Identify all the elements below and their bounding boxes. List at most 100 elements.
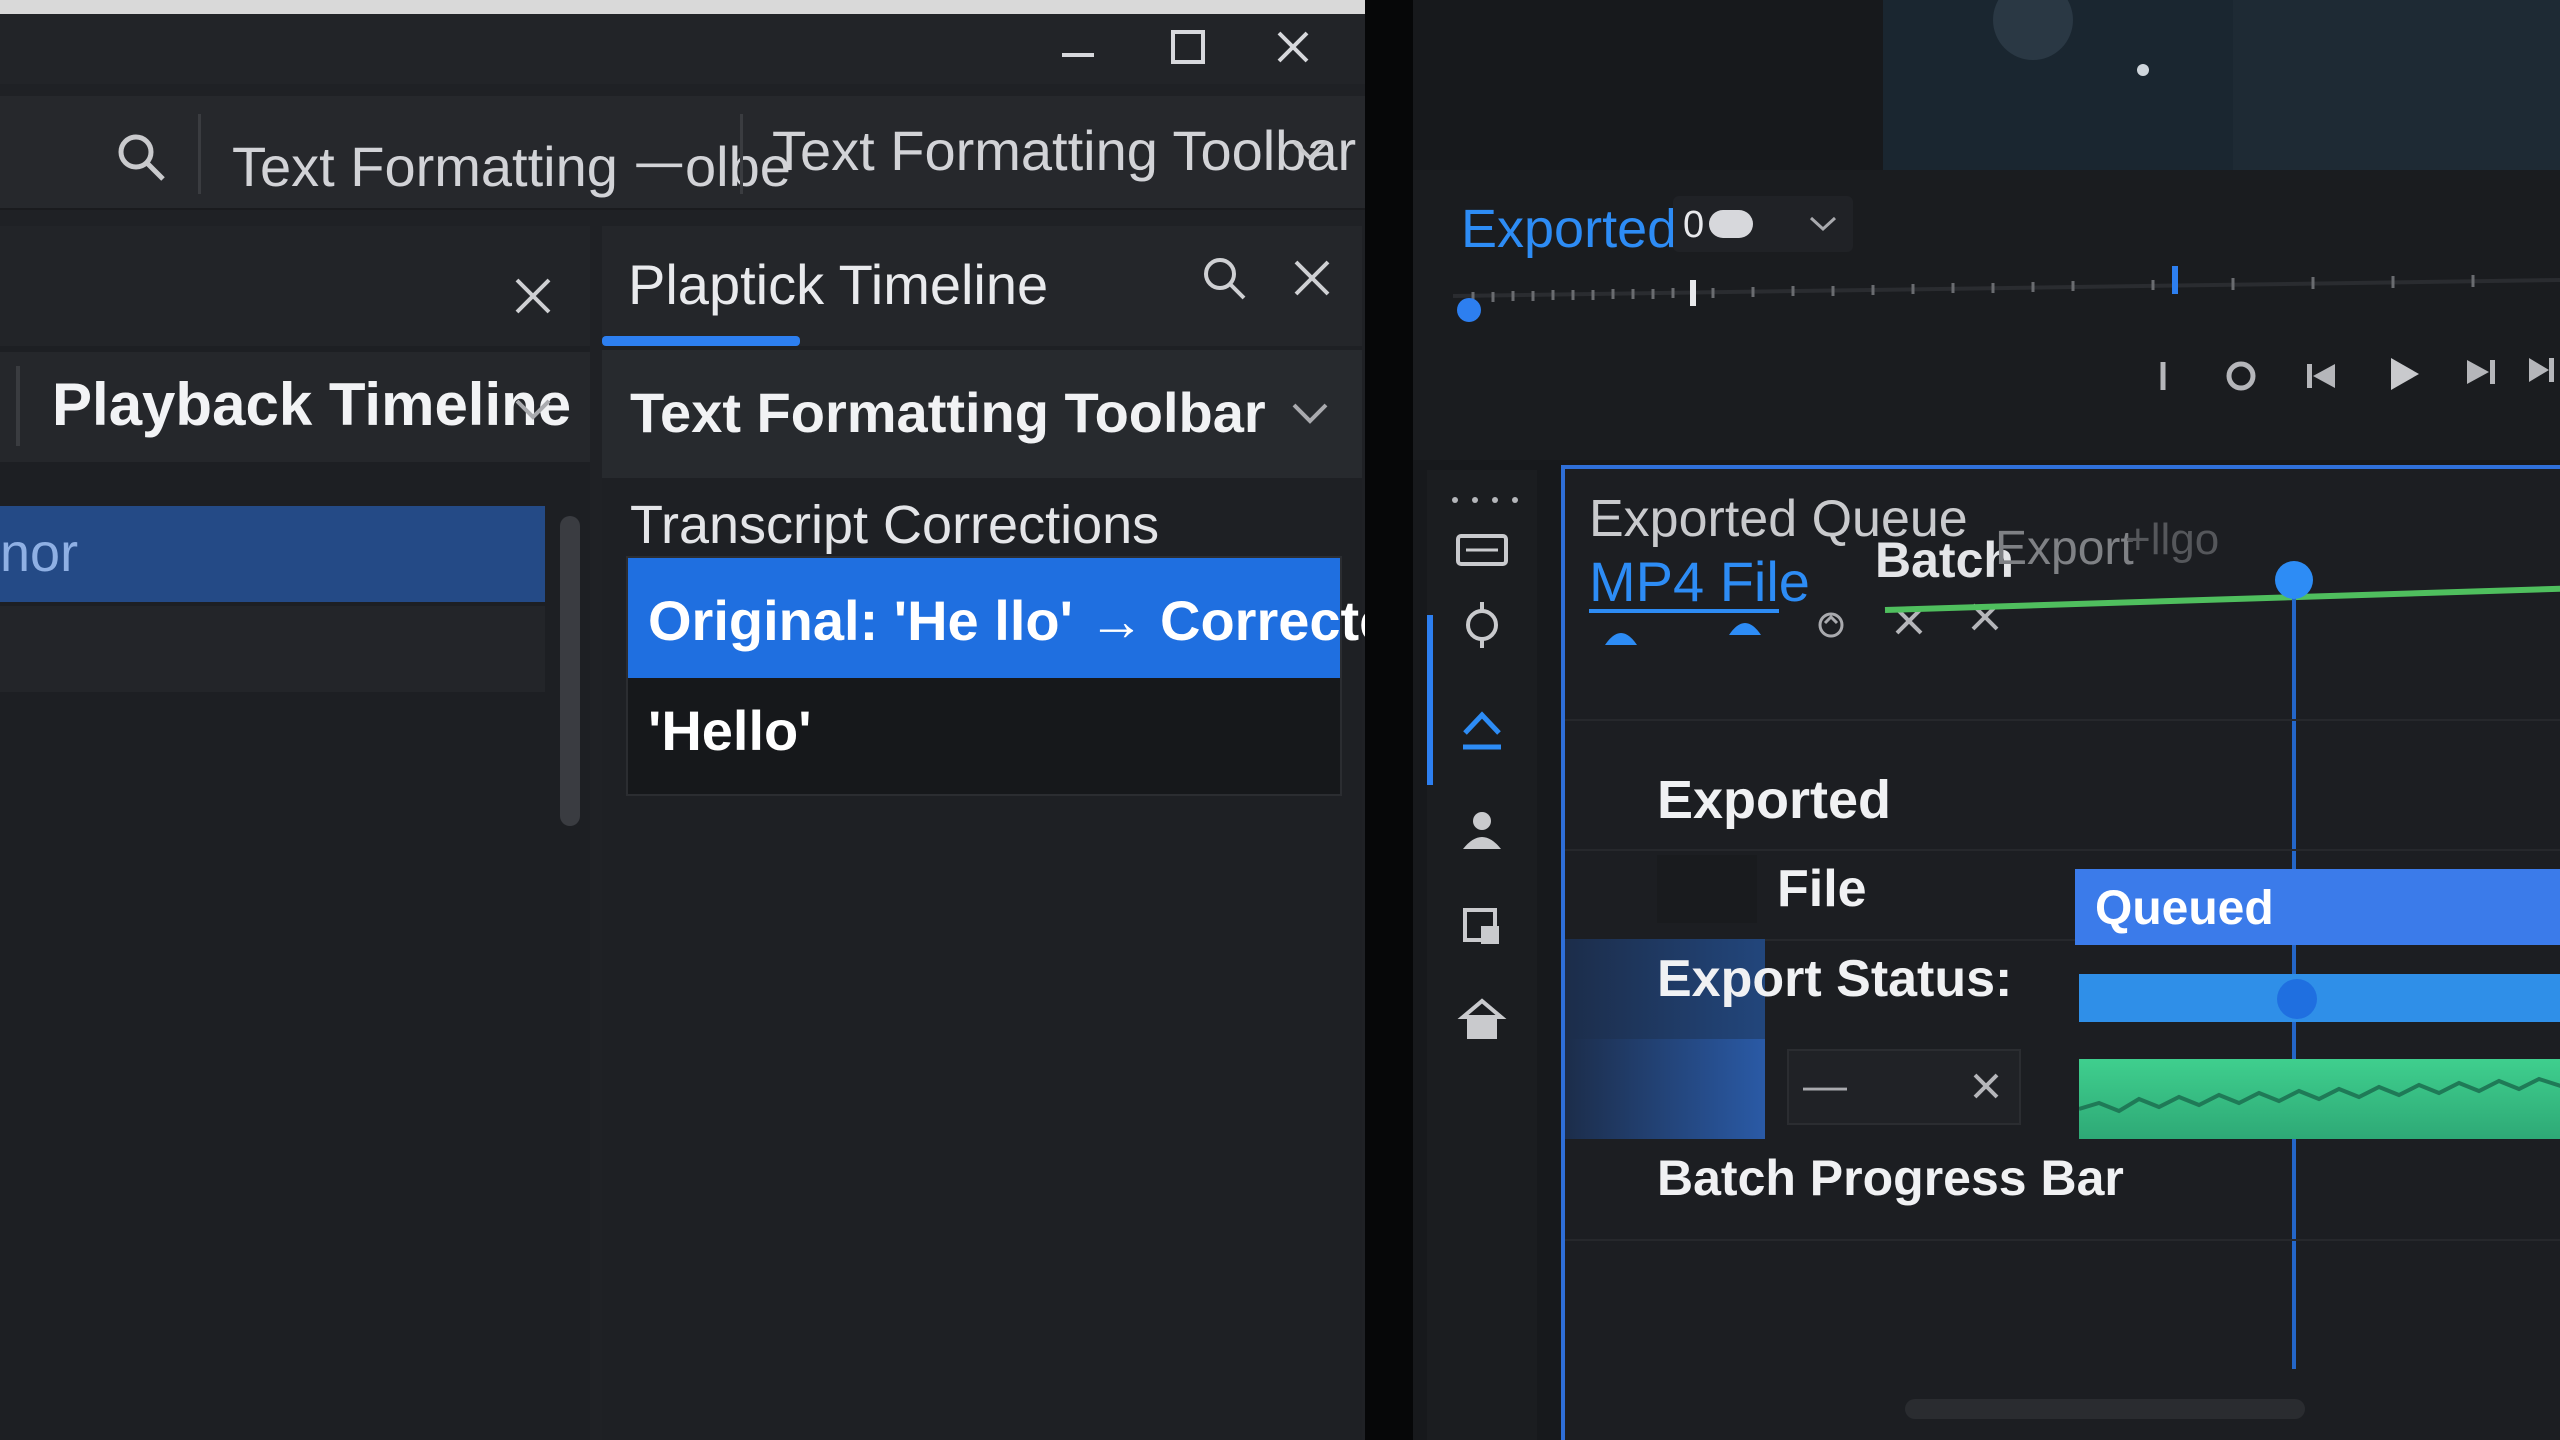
crosshair-icon bbox=[1466, 602, 1498, 648]
marker-icon bbox=[2160, 362, 2166, 390]
upload-icon bbox=[1463, 711, 1501, 750]
row-export-status: Export Status: bbox=[1657, 950, 2013, 1008]
tab-bar: Text Formatting ᅳolbe Text Formatting To… bbox=[0, 96, 1365, 210]
correction-line-1: Original: 'He llo' → Corrected: bbox=[648, 589, 1365, 652]
panel-title: Playback Timeline bbox=[52, 371, 572, 438]
correction-line-2: 'Hello' bbox=[648, 699, 812, 762]
clear-icon[interactable] bbox=[1969, 1069, 2003, 1103]
search-button[interactable] bbox=[108, 124, 174, 190]
end-button[interactable] bbox=[2523, 340, 2560, 400]
tab-mp4-file[interactable]: MP4 File bbox=[1589, 549, 1810, 614]
skip-end-icon bbox=[2528, 358, 2554, 382]
waveform bbox=[2078, 1076, 2560, 1114]
play-icon bbox=[2391, 358, 2419, 390]
row-exported: Exported bbox=[1657, 770, 1892, 830]
section-heading: Transcript Corrections bbox=[630, 495, 1160, 555]
maximize-button[interactable] bbox=[1153, 14, 1223, 80]
skip-back-button[interactable] bbox=[2293, 346, 2349, 406]
search-icon bbox=[1204, 258, 1246, 300]
left-panel-scrollbar[interactable] bbox=[560, 516, 580, 826]
user-icon bbox=[1463, 812, 1501, 849]
upload-icon[interactable] bbox=[1601, 619, 1641, 649]
left-panel-subheader: Playback Timeline bbox=[0, 352, 590, 462]
preview-image bbox=[1883, 0, 2560, 170]
row-batch-progress: Batch Progress Bar bbox=[1657, 1150, 2124, 1206]
tab-text-formatting-2[interactable]: Text Formatting Toolbar bbox=[772, 118, 1356, 183]
toggle-switch[interactable] bbox=[1709, 210, 1753, 238]
window-top-edge bbox=[0, 0, 1365, 14]
screen-divider bbox=[1365, 0, 1413, 1440]
skip-forward-button[interactable] bbox=[2453, 342, 2509, 402]
tab-separator bbox=[198, 114, 201, 194]
column-batch[interactable]: Batch bbox=[1875, 531, 2014, 589]
panel-title-dropdown[interactable] bbox=[505, 382, 561, 438]
minimize-button[interactable] bbox=[1043, 14, 1113, 80]
marker-button[interactable] bbox=[2143, 346, 2183, 406]
crop-icon bbox=[1463, 908, 1499, 944]
tab-text-formatting-1[interactable]: Text Formatting ᅳolbe bbox=[232, 122, 791, 203]
horizontal-scrollbar[interactable] bbox=[1905, 1399, 2305, 1419]
timeline-close-button[interactable] bbox=[1282, 248, 1342, 308]
skip-forward-icon bbox=[2467, 360, 2495, 384]
record-button[interactable] bbox=[2213, 346, 2269, 406]
maximize-icon bbox=[1171, 30, 1205, 64]
status-dropdown-chevron bbox=[1803, 206, 1843, 242]
left-list-item-selected[interactable]: nor bbox=[0, 506, 545, 602]
value-field-text: — bbox=[1803, 1061, 1847, 1110]
window-close-button[interactable] bbox=[1258, 14, 1328, 80]
left-list-item[interactable] bbox=[0, 606, 545, 692]
play-button[interactable] bbox=[2373, 342, 2433, 406]
active-tab-underline bbox=[602, 336, 800, 346]
export-tool-button[interactable] bbox=[1447, 695, 1517, 765]
export-queue-panel: Exported Queue MP4 File Batch Export +ll… bbox=[1561, 465, 2560, 1440]
user-tool-button[interactable] bbox=[1447, 795, 1517, 865]
refresh-icon[interactable] bbox=[1813, 607, 1849, 643]
status-dropdown[interactable]: 0 bbox=[1673, 196, 1853, 252]
video-preview bbox=[1883, 0, 2560, 170]
tab-dropdown-button[interactable] bbox=[1285, 126, 1335, 176]
progress-thumb bbox=[1565, 1039, 1765, 1139]
column-extra: +llgo bbox=[2125, 515, 2220, 564]
close-icon bbox=[1277, 31, 1309, 63]
left-window: Text Formatting ᅳolbe Text Formatting To… bbox=[0, 0, 1365, 1440]
left-list-item-label: nor bbox=[0, 523, 79, 583]
queued-bar[interactable]: Queued bbox=[2075, 869, 2560, 945]
formatting-toolbar-dropdown[interactable] bbox=[1282, 386, 1338, 442]
export-app: Exported 0 Exported Queue MP4 File Batch… bbox=[1413, 0, 2560, 1440]
playhead-line[interactable] bbox=[2292, 569, 2296, 1369]
close-icon bbox=[515, 278, 551, 314]
progress-handle[interactable] bbox=[2277, 979, 2317, 1019]
chevron-down-icon bbox=[515, 399, 551, 420]
captions-tool-button[interactable] bbox=[1447, 520, 1517, 580]
row-divider bbox=[1565, 1239, 2560, 1241]
left-panel: Playback Timeline nor bbox=[0, 226, 590, 1440]
row-file: File bbox=[1777, 860, 1867, 918]
left-panel-header bbox=[0, 226, 590, 346]
column-export[interactable]: Export bbox=[1995, 521, 2134, 576]
chevron-down-icon bbox=[1292, 140, 1328, 161]
home-tool-button[interactable] bbox=[1447, 985, 1517, 1055]
chevron-down-icon bbox=[1809, 216, 1837, 232]
timeline-ruler[interactable] bbox=[1453, 250, 2560, 340]
home-icon bbox=[1457, 998, 1507, 1039]
status-dropdown-value: 0 bbox=[1683, 204, 1705, 246]
formatting-toolbar-header: Text Formatting Toolbar bbox=[602, 350, 1362, 478]
timeline-search-button[interactable] bbox=[1194, 248, 1254, 308]
tab-plaptick-timeline[interactable]: Plaptick Timeline bbox=[628, 252, 1048, 317]
drag-handle-icon[interactable] bbox=[1445, 490, 1525, 510]
target-tool-button[interactable] bbox=[1447, 595, 1517, 655]
batch-progress-bar bbox=[2078, 1059, 2560, 1139]
left-panel-close-button[interactable] bbox=[505, 268, 561, 324]
upload-icon[interactable] bbox=[1725, 609, 1765, 639]
value-field[interactable]: — bbox=[1787, 1049, 2021, 1125]
skip-back-icon bbox=[2307, 364, 2335, 388]
captions-icon bbox=[1456, 534, 1508, 566]
vertical-toolbar bbox=[1427, 470, 1537, 1440]
timeline-panel-header: Plaptick Timeline bbox=[602, 226, 1362, 346]
correction-item-selected[interactable]: Original: 'He llo' → Corrected: bbox=[628, 558, 1365, 678]
toolbar-active-indicator bbox=[1427, 615, 1433, 785]
crop-tool-button[interactable] bbox=[1447, 890, 1517, 960]
record-icon bbox=[2226, 361, 2256, 391]
playhead-handle[interactable] bbox=[2275, 561, 2313, 599]
formatting-toolbar-title: Text Formatting Toolbar bbox=[630, 381, 1266, 444]
